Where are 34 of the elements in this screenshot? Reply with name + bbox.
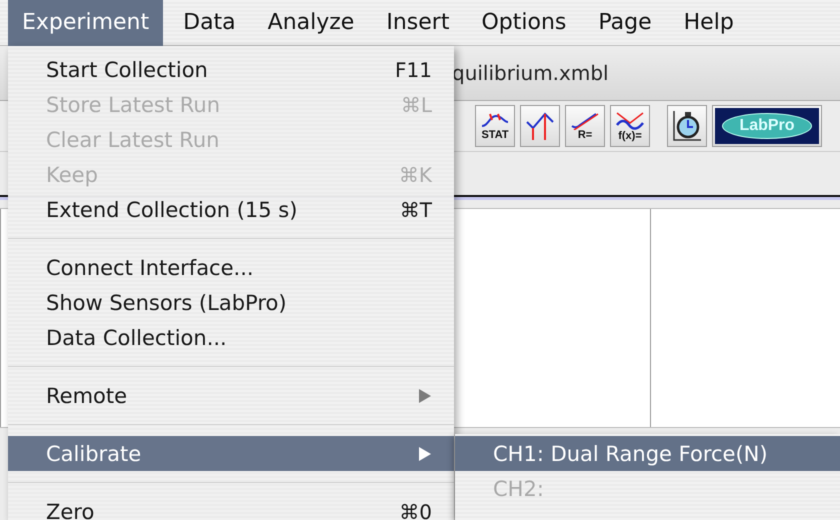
shortcut-label: F11 xyxy=(395,58,432,82)
toolbar-button[interactable] xyxy=(667,105,707,147)
menu-item[interactable]: Zero ⌘0 xyxy=(8,494,454,520)
menu-item[interactable]: Start Collection F11 xyxy=(8,52,454,87)
menu-title[interactable]: Analyze xyxy=(254,0,368,46)
menu-title[interactable]: Experiment xyxy=(8,0,164,46)
shortcut-label: ⌘0 xyxy=(399,500,432,520)
menu-item[interactable]: Show Sensors (LabPro) xyxy=(8,285,454,320)
stopwatch-icon xyxy=(671,109,703,143)
window-title: quilibrium.xmbl xyxy=(452,61,609,85)
menu-item[interactable]: Remote xyxy=(8,378,454,413)
shortcut-label: ⌘L xyxy=(400,92,432,116)
toolbar-button[interactable] xyxy=(520,105,560,147)
toolbar-button[interactable]: f(x)= xyxy=(610,105,650,147)
peak-icon xyxy=(525,110,555,142)
toolbar-button[interactable]: R= xyxy=(565,105,605,147)
submenu-arrow-icon xyxy=(418,388,432,404)
menu-title[interactable]: Help xyxy=(670,0,748,46)
shortcut-label: ⌘K xyxy=(398,162,432,186)
menu-item[interactable]: Connect Interface... xyxy=(8,250,454,285)
menu-title[interactable]: Data xyxy=(169,0,250,46)
menu-item[interactable]: CH1: Dual Range Force(N) xyxy=(455,436,840,471)
menu-title[interactable]: Options xyxy=(467,0,580,46)
menu-item[interactable]: Calibrate xyxy=(8,436,454,471)
curve-fit-icon xyxy=(615,110,645,130)
menu-title[interactable]: Insert xyxy=(372,0,464,46)
linear-fit-icon xyxy=(570,112,600,130)
menu-item[interactable]: Data Collection... xyxy=(8,320,454,355)
menu-item[interactable]: Extend Collection (15 s) ⌘T xyxy=(8,192,454,227)
submenu-arrow-icon xyxy=(418,446,432,462)
menu-title[interactable]: Page xyxy=(584,0,666,46)
stat-curve-icon xyxy=(480,112,510,130)
toolbar-button[interactable]: STAT xyxy=(475,105,515,147)
shortcut-label: ⌘T xyxy=(400,198,432,222)
